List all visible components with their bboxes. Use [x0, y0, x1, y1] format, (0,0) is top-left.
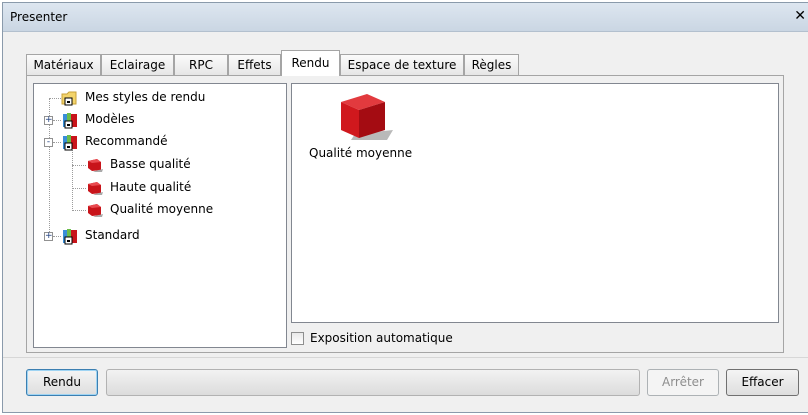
tree-item-label: Recommandé	[85, 134, 168, 148]
tree-item-label: Qualité moyenne	[110, 202, 214, 216]
preview-item-label: Qualité moyenne	[309, 146, 413, 160]
window-title: Presenter	[10, 10, 68, 24]
expand-plus-icon[interactable]: +	[44, 232, 53, 241]
render-style-icon	[88, 204, 103, 217]
collapse-minus-icon[interactable]: -	[44, 138, 53, 147]
clear-button-label: Effacer	[741, 375, 784, 389]
tab-rendu[interactable]: Rendu	[281, 50, 340, 76]
tree-item-recommande[interactable]: - Recommandé	[34, 132, 284, 152]
tab-label: Règles	[471, 58, 512, 72]
tree-item-standard[interactable]: + Standard	[34, 226, 284, 246]
clear-button[interactable]: Effacer	[726, 369, 799, 396]
tree-item-label: Basse qualité	[110, 157, 191, 171]
tab-eclairage[interactable]: Eclairage	[101, 54, 174, 75]
tab-materiaux[interactable]: Matériaux	[26, 54, 101, 75]
tree-item-qualite-moyenne[interactable]: Qualité moyenne	[34, 200, 284, 220]
tab-label: Rendu	[291, 56, 330, 70]
tree-item-mes-styles-de-rendu[interactable]: Mes styles de rendu	[34, 88, 284, 108]
library-books-icon	[63, 135, 77, 151]
tab-label: Eclairage	[109, 58, 166, 72]
tab-label: Espace de texture	[347, 58, 457, 72]
tab-regles[interactable]: Règles	[464, 54, 519, 75]
footer-separator	[3, 357, 808, 358]
render-style-icon	[88, 159, 103, 172]
tab-label: Matériaux	[33, 58, 94, 72]
library-books-icon	[63, 113, 77, 129]
tree-item-modeles[interactable]: + Modèles	[34, 110, 284, 130]
tree-item-label: Modèles	[85, 112, 135, 126]
stop-button: Arrêter	[647, 369, 719, 396]
tree-item-label: Haute qualité	[110, 180, 192, 194]
tree-item-label: Mes styles de rendu	[85, 90, 206, 104]
tree-item-basse-qualite[interactable]: Basse qualité	[34, 155, 284, 175]
tab-espace-de-texture[interactable]: Espace de texture	[340, 54, 464, 75]
tab-label: RPC	[189, 58, 213, 72]
title-bar: Presenter ✕	[3, 3, 808, 32]
render-tab-panel: Mes styles de rendu + Modèles - Recomman…	[26, 75, 784, 353]
auto-exposure-checkbox[interactable]	[291, 332, 304, 345]
render-styles-tree[interactable]: Mes styles de rendu + Modèles - Recomman…	[33, 83, 287, 348]
render-button-label: Rendu	[42, 375, 81, 389]
tab-label: Effets	[237, 58, 272, 72]
preview-item-qualite-moyenne[interactable]: Qualité moyenne	[302, 86, 422, 176]
tree-item-haute-qualite[interactable]: Haute qualité	[34, 178, 284, 198]
expand-plus-icon[interactable]: +	[44, 116, 53, 125]
tab-rpc[interactable]: RPC	[174, 54, 228, 75]
folder-icon	[61, 91, 77, 106]
auto-exposure-label: Exposition automatique	[310, 331, 453, 345]
render-button[interactable]: Rendu	[26, 369, 98, 396]
red-cube-icon	[341, 94, 393, 140]
stop-button-label: Arrêter	[661, 375, 704, 389]
presenter-window: Presenter ✕ Matériaux Eclairage RPC Effe…	[2, 2, 808, 413]
tree-item-label: Standard	[85, 228, 140, 242]
render-style-icon	[88, 182, 103, 195]
library-books-icon	[63, 229, 77, 245]
render-preview-pane: Qualité moyenne	[291, 83, 779, 323]
tab-effets[interactable]: Effets	[228, 54, 281, 75]
render-progress-bar	[106, 369, 640, 396]
close-icon[interactable]: ✕	[794, 8, 806, 24]
